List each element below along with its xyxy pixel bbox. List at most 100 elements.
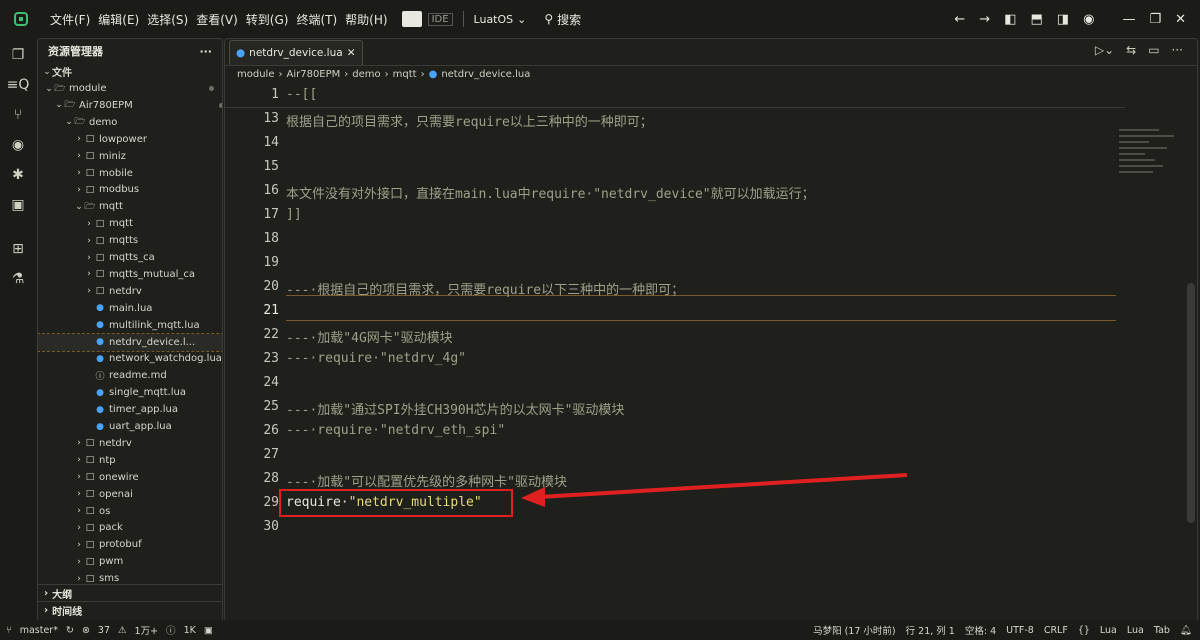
- tree-folder[interactable]: › □ lowpower: [38, 131, 222, 148]
- tree-folder[interactable]: › □ onewire: [38, 469, 222, 486]
- tree-file[interactable]: ⓘ readme.md: [38, 367, 222, 384]
- line-ending[interactable]: CRLF: [1044, 625, 1068, 636]
- breadcrumb-item[interactable]: netdrv_device.lua: [441, 69, 530, 80]
- tree-file[interactable]: ●single_mqtt.lua9+: [38, 384, 222, 401]
- lua-file-icon: ●: [96, 387, 104, 398]
- current-line-highlight: [286, 295, 1116, 321]
- account-icon[interactable]: ◉: [1083, 12, 1094, 27]
- line-number: 1: [271, 87, 279, 102]
- tree-file[interactable]: ● network_watchdog.lua: [38, 350, 222, 367]
- tree-folder[interactable]: › □ mqtts_ca: [38, 249, 222, 266]
- forward-arrow-icon[interactable]: →: [979, 12, 990, 27]
- tree-folder[interactable]: ⌄ 🗁︎ demo: [38, 114, 222, 131]
- info-count[interactable]: 1K: [184, 625, 196, 636]
- split-editor-icon[interactable]: ▭: [1148, 43, 1159, 57]
- minimap[interactable]: [1119, 127, 1189, 187]
- indentation[interactable]: 空格: 4: [965, 623, 996, 637]
- menu-terminal[interactable]: 终端(T): [292, 11, 341, 28]
- line-number: 18: [263, 231, 279, 246]
- menu-go[interactable]: 转到(G): [242, 11, 293, 28]
- debug-icon[interactable]: ✱: [0, 160, 36, 190]
- tree-label: onewire: [99, 471, 139, 483]
- search-icon[interactable]: ≡Q: [0, 70, 36, 100]
- more-actions-icon[interactable]: ···: [199, 45, 212, 58]
- tree-folder[interactable]: › □ pwm: [38, 553, 222, 570]
- sync-icon[interactable]: ↻: [66, 625, 74, 636]
- chevron-right-icon: ›: [87, 235, 91, 246]
- source-control-icon[interactable]: ⑂: [0, 100, 36, 130]
- tree-folder[interactable]: › □ protobuf: [38, 536, 222, 553]
- tab-indicator[interactable]: Tab: [1154, 625, 1170, 636]
- menu-edit[interactable]: 编辑(E): [94, 11, 143, 28]
- vertical-scrollbar[interactable]: [1187, 283, 1195, 523]
- notifications-icon[interactable]: 🔔︎: [1180, 625, 1192, 636]
- section-files[interactable]: ⌄ 文件: [38, 63, 222, 80]
- minimize-icon[interactable]: —: [1122, 12, 1135, 27]
- braces-indicator[interactable]: {}: [1078, 625, 1090, 636]
- tree-file[interactable]: ●multilink_mqtt.lua9+: [38, 317, 222, 334]
- tab-netdrv-device[interactable]: ● netdrv_device.lua ✕: [229, 40, 363, 65]
- compare-icon[interactable]: ⇆: [1126, 43, 1136, 57]
- close-icon[interactable]: ✕: [1175, 12, 1186, 27]
- tree-folder[interactable]: › □ netdrv: [38, 435, 222, 452]
- explorer-icon[interactable]: ❐: [0, 40, 36, 70]
- eye-icon[interactable]: ◉: [0, 130, 36, 160]
- outline-section[interactable]: › 大纲: [38, 584, 222, 602]
- branch-icon: ⑂: [6, 624, 12, 636]
- folder-icon: □: [85, 506, 95, 516]
- restore-icon[interactable]: ❐: [1149, 12, 1161, 27]
- timeline-section[interactable]: › 时间线: [38, 601, 222, 619]
- tree-folder[interactable]: › □ netdrv: [38, 283, 222, 300]
- ide-toggle[interactable]: IDE: [401, 11, 453, 27]
- tree-file[interactable]: ● uart_app.lua: [38, 418, 222, 435]
- toggle-sidebar-icon[interactable]: ◧: [1004, 12, 1016, 27]
- tree-file[interactable]: ●netdrv_device.l...1, M: [38, 332, 222, 352]
- menu-view[interactable]: 查看(V): [192, 11, 242, 28]
- close-tab-icon[interactable]: ✕: [347, 47, 356, 59]
- warning-count[interactable]: 1万+: [135, 623, 159, 637]
- tree-folder[interactable]: › □ miniz: [38, 148, 222, 165]
- tree-folder[interactable]: › □ os: [38, 503, 222, 520]
- tree-folder[interactable]: ⌄ 🗁︎ Air780EPM: [38, 97, 222, 114]
- cursor-position[interactable]: 行 21, 列 1: [906, 623, 955, 637]
- more-actions-icon[interactable]: ···: [1172, 43, 1183, 57]
- error-count[interactable]: 37: [98, 625, 110, 636]
- tree-folder[interactable]: › □ openai: [38, 486, 222, 503]
- breadcrumb-item[interactable]: demo: [352, 69, 380, 80]
- menu-help[interactable]: 帮助(H): [341, 11, 391, 28]
- search-box[interactable]: ⚲ 搜索: [544, 11, 581, 28]
- tree-folder[interactable]: › □ ntp: [38, 452, 222, 469]
- breadcrumb-item[interactable]: mqtt: [393, 69, 417, 80]
- breadcrumb-item[interactable]: module: [237, 69, 274, 80]
- code-editor[interactable]: 1 --[[13 根据自己的项目需求，只需要require以上三种中的一种即可； 14…: [225, 83, 1197, 621]
- tree-folder[interactable]: › □ mqtts: [38, 232, 222, 249]
- tree-file[interactable]: ●main.lua5: [38, 300, 222, 317]
- menu-selection[interactable]: 选择(S): [143, 11, 192, 28]
- tree-folder[interactable]: › □ mqtts_mutual_ca: [38, 266, 222, 283]
- tree-folder[interactable]: › □ pack: [38, 519, 222, 536]
- run-icon[interactable]: ▷⌄: [1095, 43, 1114, 57]
- tree-file[interactable]: ● timer_app.lua: [38, 401, 222, 418]
- tree-label: miniz: [99, 150, 126, 162]
- breadcrumb-item[interactable]: Air780EPM: [286, 69, 340, 80]
- branch-name[interactable]: master*: [20, 625, 58, 636]
- back-arrow-icon[interactable]: ←: [954, 12, 965, 27]
- menu-file[interactable]: 文件(F): [46, 11, 94, 28]
- remote-icon[interactable]: ▣: [0, 190, 36, 220]
- tree-folder[interactable]: ⌄ 🗁︎ module: [38, 80, 222, 97]
- line-number: 22: [263, 327, 279, 342]
- lua-badge[interactable]: Lua: [1127, 625, 1144, 636]
- tree-folder[interactable]: ⌄ 🗁︎ mqtt: [38, 198, 222, 215]
- luatos-dropdown[interactable]: LuatOS ⌄: [474, 13, 527, 26]
- ports-icon[interactable]: ▣: [204, 625, 213, 636]
- tree-folder[interactable]: › □ mqtt: [38, 215, 222, 232]
- toggle-panel-icon[interactable]: ⬒: [1031, 12, 1043, 27]
- extensions-icon[interactable]: ⊞: [0, 234, 36, 264]
- tree-folder[interactable]: › □ mobile: [38, 165, 222, 182]
- testing-icon[interactable]: ⚗: [0, 264, 36, 294]
- tree-folder[interactable]: › □ modbus: [38, 181, 222, 198]
- toggle-secondary-sidebar-icon[interactable]: ◨: [1057, 12, 1069, 27]
- language-mode[interactable]: Lua: [1100, 625, 1117, 636]
- encoding[interactable]: UTF-8: [1006, 625, 1034, 636]
- git-blame[interactable]: 马梦阳 (17 小时前): [813, 623, 896, 637]
